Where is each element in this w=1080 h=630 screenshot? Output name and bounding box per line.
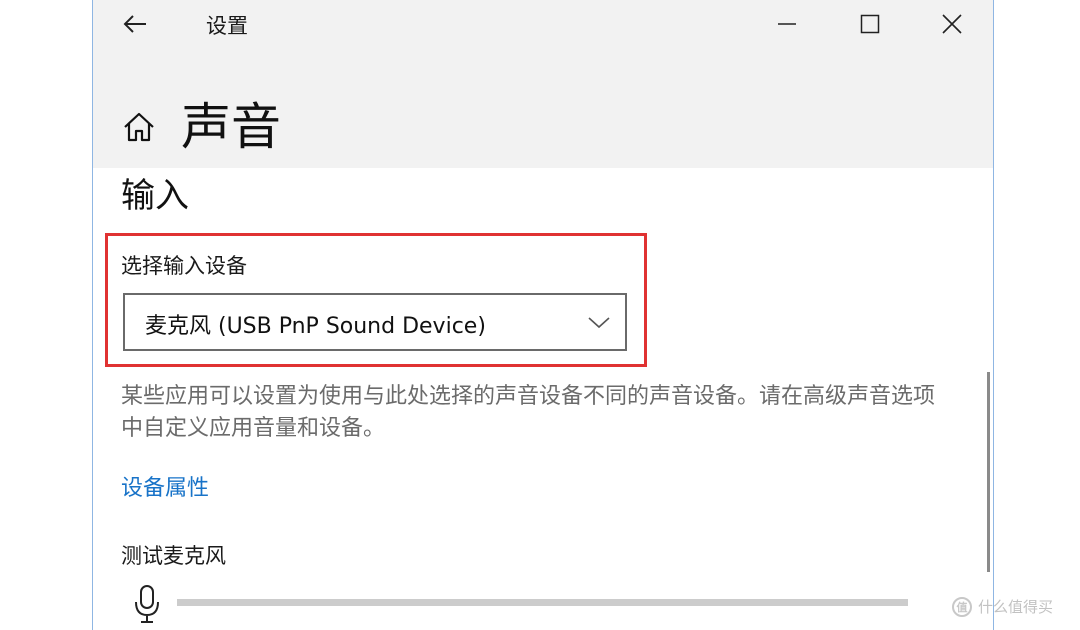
title-bar: 设置 bbox=[93, 0, 993, 48]
window-title: 设置 bbox=[206, 14, 248, 38]
chevron-down-icon bbox=[588, 317, 610, 329]
watermark-text: 什么值得买 bbox=[978, 598, 1054, 616]
screen: 设置 声音 输入 选择输入设备 麦克风 (USB PnP Sound Devic… bbox=[0, 0, 1080, 630]
microphone-icon bbox=[135, 585, 159, 623]
home-button[interactable] bbox=[119, 107, 159, 147]
scrollbar-thumb[interactable] bbox=[987, 372, 990, 572]
watermark-logo-icon: 值 bbox=[952, 596, 972, 617]
page-title: 声音 bbox=[181, 98, 281, 156]
home-icon bbox=[124, 112, 154, 142]
close-icon bbox=[942, 14, 962, 34]
minimize-button[interactable] bbox=[748, 0, 826, 48]
page-heading: 声音 bbox=[119, 92, 281, 162]
maximize-button[interactable] bbox=[831, 0, 909, 48]
microphone-level-meter bbox=[177, 599, 908, 606]
selected-device-value: 麦克风 (USB PnP Sound Device) bbox=[145, 314, 486, 339]
header: 设置 声音 bbox=[93, 0, 993, 168]
input-device-label: 选择输入设备 bbox=[121, 254, 247, 278]
back-arrow-icon bbox=[123, 15, 146, 33]
back-button[interactable] bbox=[111, 4, 159, 44]
input-device-dropdown[interactable]: 麦克风 (USB PnP Sound Device) bbox=[123, 293, 627, 351]
close-button[interactable] bbox=[913, 0, 991, 48]
device-description: 某些应用可以设置为使用与此处选择的声音设备不同的声音设备。请在高级声音选项中自定… bbox=[121, 384, 936, 441]
input-section-title: 输入 bbox=[121, 176, 189, 216]
device-properties-link[interactable]: 设备属性 bbox=[121, 470, 209, 502]
minimize-icon bbox=[778, 23, 796, 25]
settings-window: 设置 声音 输入 选择输入设备 麦克风 (USB PnP Sound Devic… bbox=[92, 0, 994, 630]
test-microphone-label: 测试麦克风 bbox=[121, 544, 226, 568]
maximize-icon bbox=[860, 14, 880, 34]
watermark: 值 什么值得买 bbox=[952, 596, 1053, 617]
